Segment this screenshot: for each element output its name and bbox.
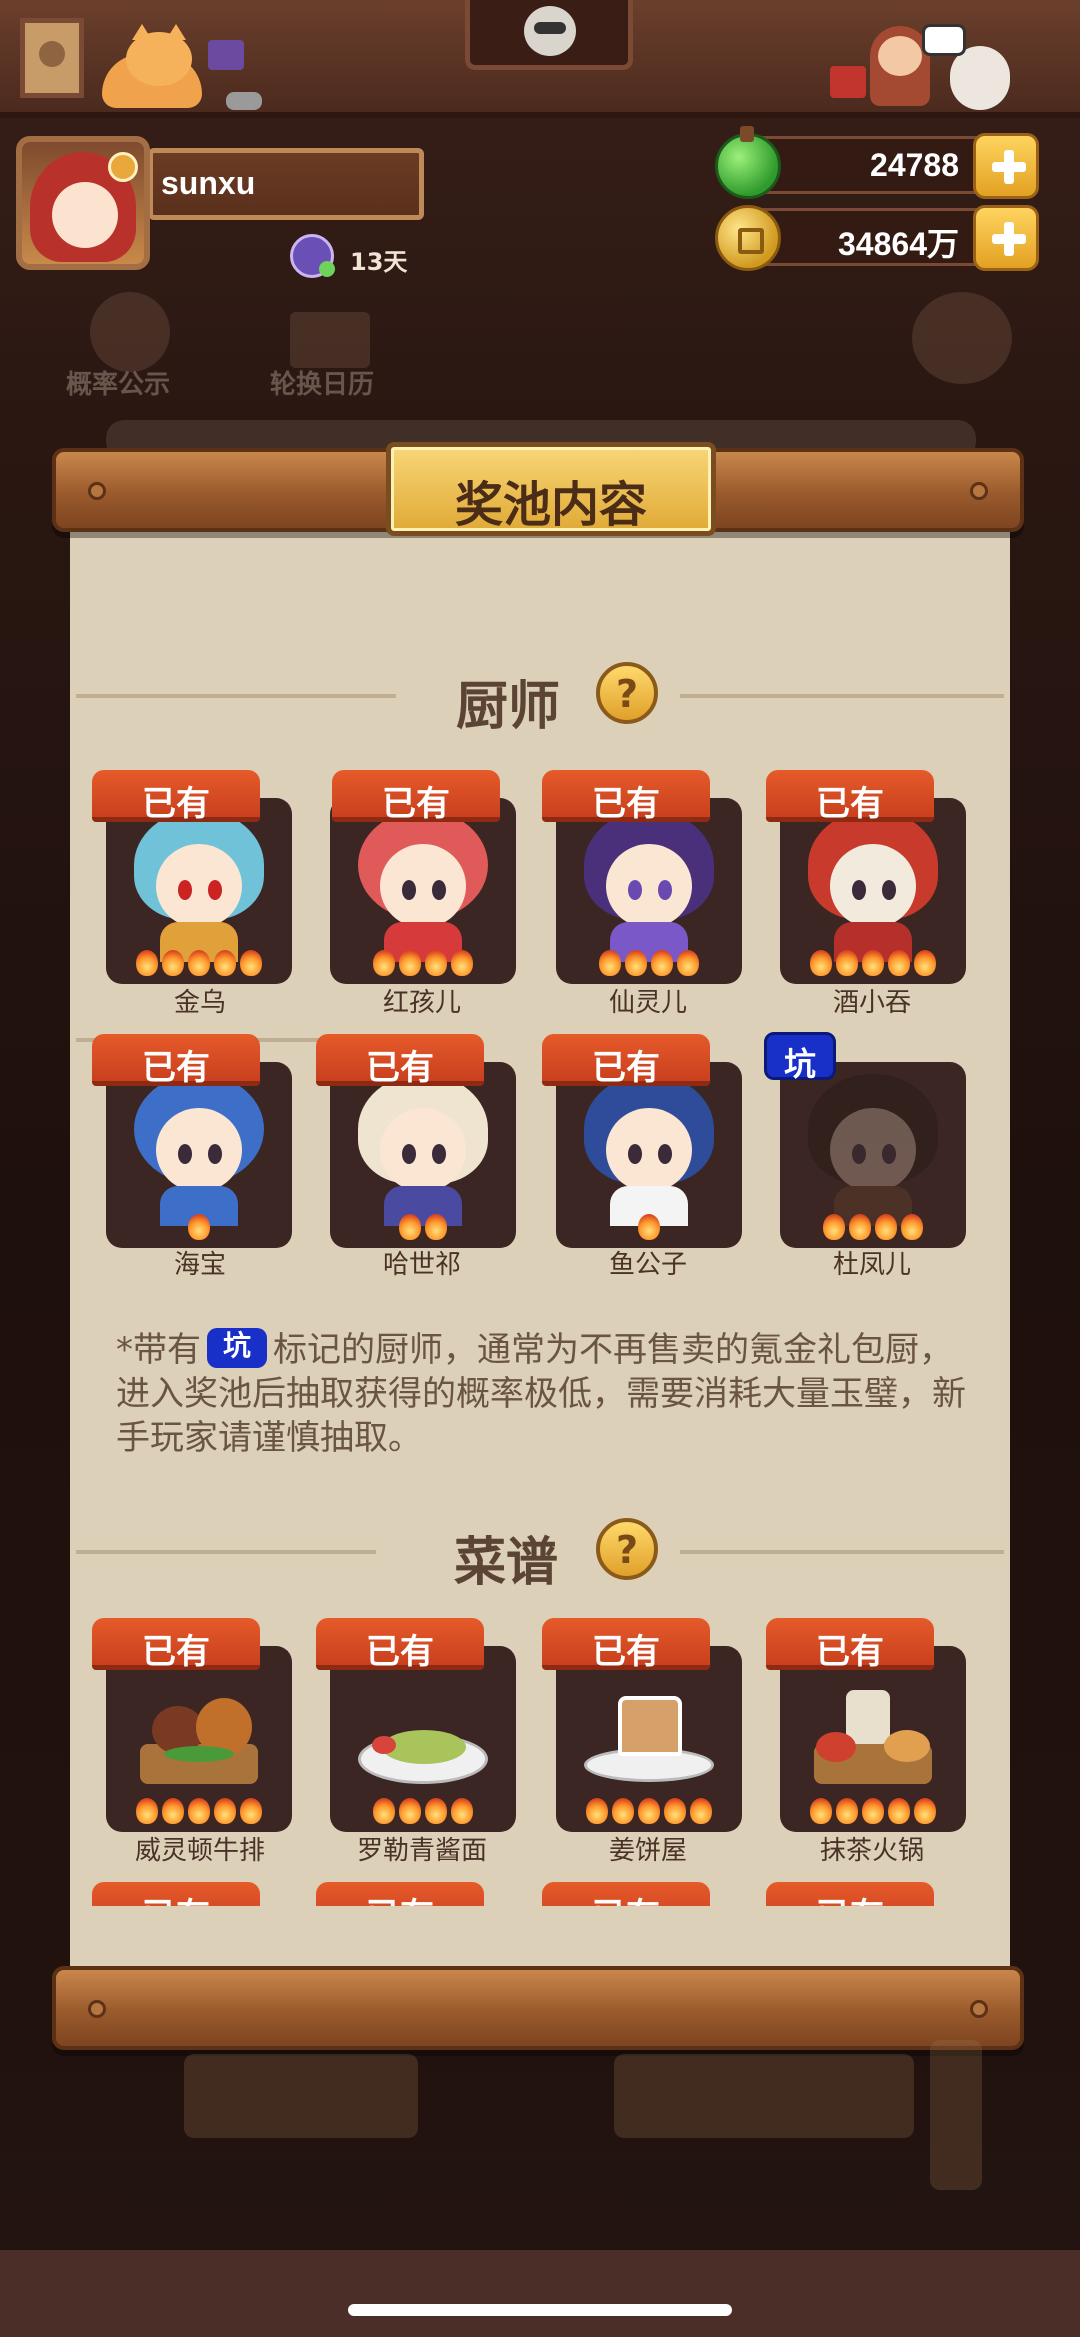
- jade-icon: [715, 126, 781, 199]
- owned-badge: 已有: [332, 770, 500, 824]
- add-jade-button[interactable]: [973, 133, 1039, 199]
- background-side-tab: [930, 2040, 982, 2190]
- owned-badge: 已有: [766, 770, 934, 824]
- owned-badge-partial: 已有: [542, 1882, 710, 1906]
- recipe-name: 抹茶火锅: [819, 1836, 924, 1866]
- owned-badge: 已有: [316, 1618, 484, 1672]
- chefs-help-icon[interactable]: ?: [596, 662, 658, 724]
- star-rating: [330, 1798, 516, 1824]
- jade-currency[interactable]: 24788: [715, 126, 1039, 199]
- chef-name: 酒小吞: [832, 988, 911, 1018]
- book-icon: [208, 40, 244, 70]
- star-rating: [106, 950, 292, 976]
- game-screen: { "player": { "name": "sunxu", "days": "…: [0, 0, 1080, 2337]
- chef-card[interactable]: [780, 1062, 966, 1248]
- recipes-header: 菜谱 ?: [70, 1512, 1010, 1593]
- owned-badge: 已有: [92, 1618, 260, 1672]
- chef-name: 杜凤儿: [832, 1250, 911, 1280]
- wall-picture-icon: [20, 18, 84, 98]
- calendar-icon: [290, 312, 370, 368]
- chef-card[interactable]: [106, 1062, 292, 1248]
- player-avatar[interactable]: [16, 136, 150, 270]
- pit-explanation-note: *带有坑标记的厨师，通常为不再售卖的氪金礼包厨，进入奖池后抽取获得的概率极低，需…: [116, 1328, 966, 1458]
- membership-days: 13天: [350, 248, 408, 276]
- owned-badge: 已有: [92, 1034, 260, 1088]
- star-rating: [780, 1798, 966, 1824]
- chef-card[interactable]: [330, 798, 516, 984]
- star-rating: [330, 1214, 516, 1240]
- jade-amount: 24788: [870, 147, 959, 183]
- owned-badge: 已有: [542, 770, 710, 824]
- rates-icon: [90, 292, 170, 372]
- raccoon-frame-icon: [465, 0, 633, 70]
- background-draw-button: [184, 2054, 418, 2138]
- star-rating: [556, 1798, 742, 1824]
- coin-icon: [715, 205, 781, 271]
- home-indicator[interactable]: [348, 2304, 732, 2316]
- owned-badge: 已有: [316, 1034, 484, 1088]
- owned-badge: 已有: [542, 1618, 710, 1672]
- pit-badge: 坑: [764, 1032, 836, 1083]
- recipe-card[interactable]: [780, 1646, 966, 1832]
- owned-badge-partial: 已有: [766, 1882, 934, 1906]
- chef-name: 红孩儿: [382, 988, 461, 1018]
- chef-name: 海宝: [173, 1250, 226, 1280]
- recipe-name: 姜饼屋: [608, 1836, 687, 1866]
- modal-title-plaque: 奖池内容: [386, 442, 716, 536]
- star-rating: [330, 950, 516, 976]
- star-rating: [556, 1214, 742, 1240]
- owned-badge-partial: 已有: [316, 1882, 484, 1906]
- owned-badge: 已有: [542, 1034, 710, 1088]
- chef-card[interactable]: [556, 798, 742, 984]
- chef-name: 鱼公子: [608, 1250, 687, 1280]
- chef-card[interactable]: [780, 798, 966, 984]
- chef-card[interactable]: [106, 798, 292, 984]
- chef-card[interactable]: [330, 1062, 516, 1248]
- chef-name: 仙灵儿: [608, 988, 687, 1018]
- scroll-bottom-rod: [52, 1966, 1024, 2050]
- coin-amount: 34864万: [838, 226, 959, 262]
- star-rating: [556, 950, 742, 976]
- cat-mascot-icon: [92, 24, 210, 108]
- chef-name: 哈世祁: [382, 1250, 461, 1280]
- rates-button[interactable]: 概率公示: [66, 364, 170, 401]
- recipe-card[interactable]: [556, 1646, 742, 1832]
- avatar-badge-icon: [108, 152, 138, 182]
- star-rating: [780, 950, 966, 976]
- recipe-card[interactable]: [330, 1646, 516, 1832]
- star-rating: [106, 1798, 292, 1824]
- background-draw-button: [614, 2054, 914, 2138]
- star-rating: [106, 1214, 292, 1240]
- add-coin-button[interactable]: [973, 205, 1039, 271]
- chef-name: 金乌: [173, 988, 226, 1018]
- coin-currency[interactable]: 34864万: [715, 205, 1039, 271]
- chef-card[interactable]: [556, 1062, 742, 1248]
- pass-icon: [912, 292, 1012, 384]
- chefs-title: 厨师: [456, 677, 561, 737]
- top-banner: [0, 0, 1080, 118]
- recipe-card[interactable]: [106, 1646, 292, 1832]
- calendar-button[interactable]: 轮换日历: [270, 364, 374, 401]
- owned-badge: 已有: [766, 1618, 934, 1672]
- recipes-help-icon[interactable]: ?: [596, 1518, 658, 1580]
- chefs-header: 厨师 ?: [70, 656, 1010, 737]
- stamp-icon: [226, 92, 262, 110]
- player-name: sunxu: [161, 165, 256, 201]
- player-name-plate[interactable]: sunxu: [148, 148, 424, 220]
- recipe-name: 威灵顿牛排: [134, 1836, 265, 1866]
- owned-badge: 已有: [92, 770, 260, 824]
- recipe-name: 罗勒青酱面: [356, 1836, 487, 1866]
- modal-title: 奖池内容: [454, 477, 647, 533]
- shop-characters-icon: [830, 16, 1030, 112]
- recipes-title: 菜谱: [454, 1533, 559, 1593]
- prize-pool-panel: 厨师 ? 已有 已有 已有 已有 金乌 红孩儿 仙灵儿 酒小吞 已有 已有 已有…: [70, 520, 1010, 1970]
- membership-icon[interactable]: [290, 234, 335, 278]
- bottom-bar: [0, 2250, 1080, 2337]
- pit-inline-badge: 坑: [207, 1328, 267, 1368]
- owned-badge-partial: 已有: [92, 1882, 260, 1906]
- star-rating: [780, 1214, 966, 1240]
